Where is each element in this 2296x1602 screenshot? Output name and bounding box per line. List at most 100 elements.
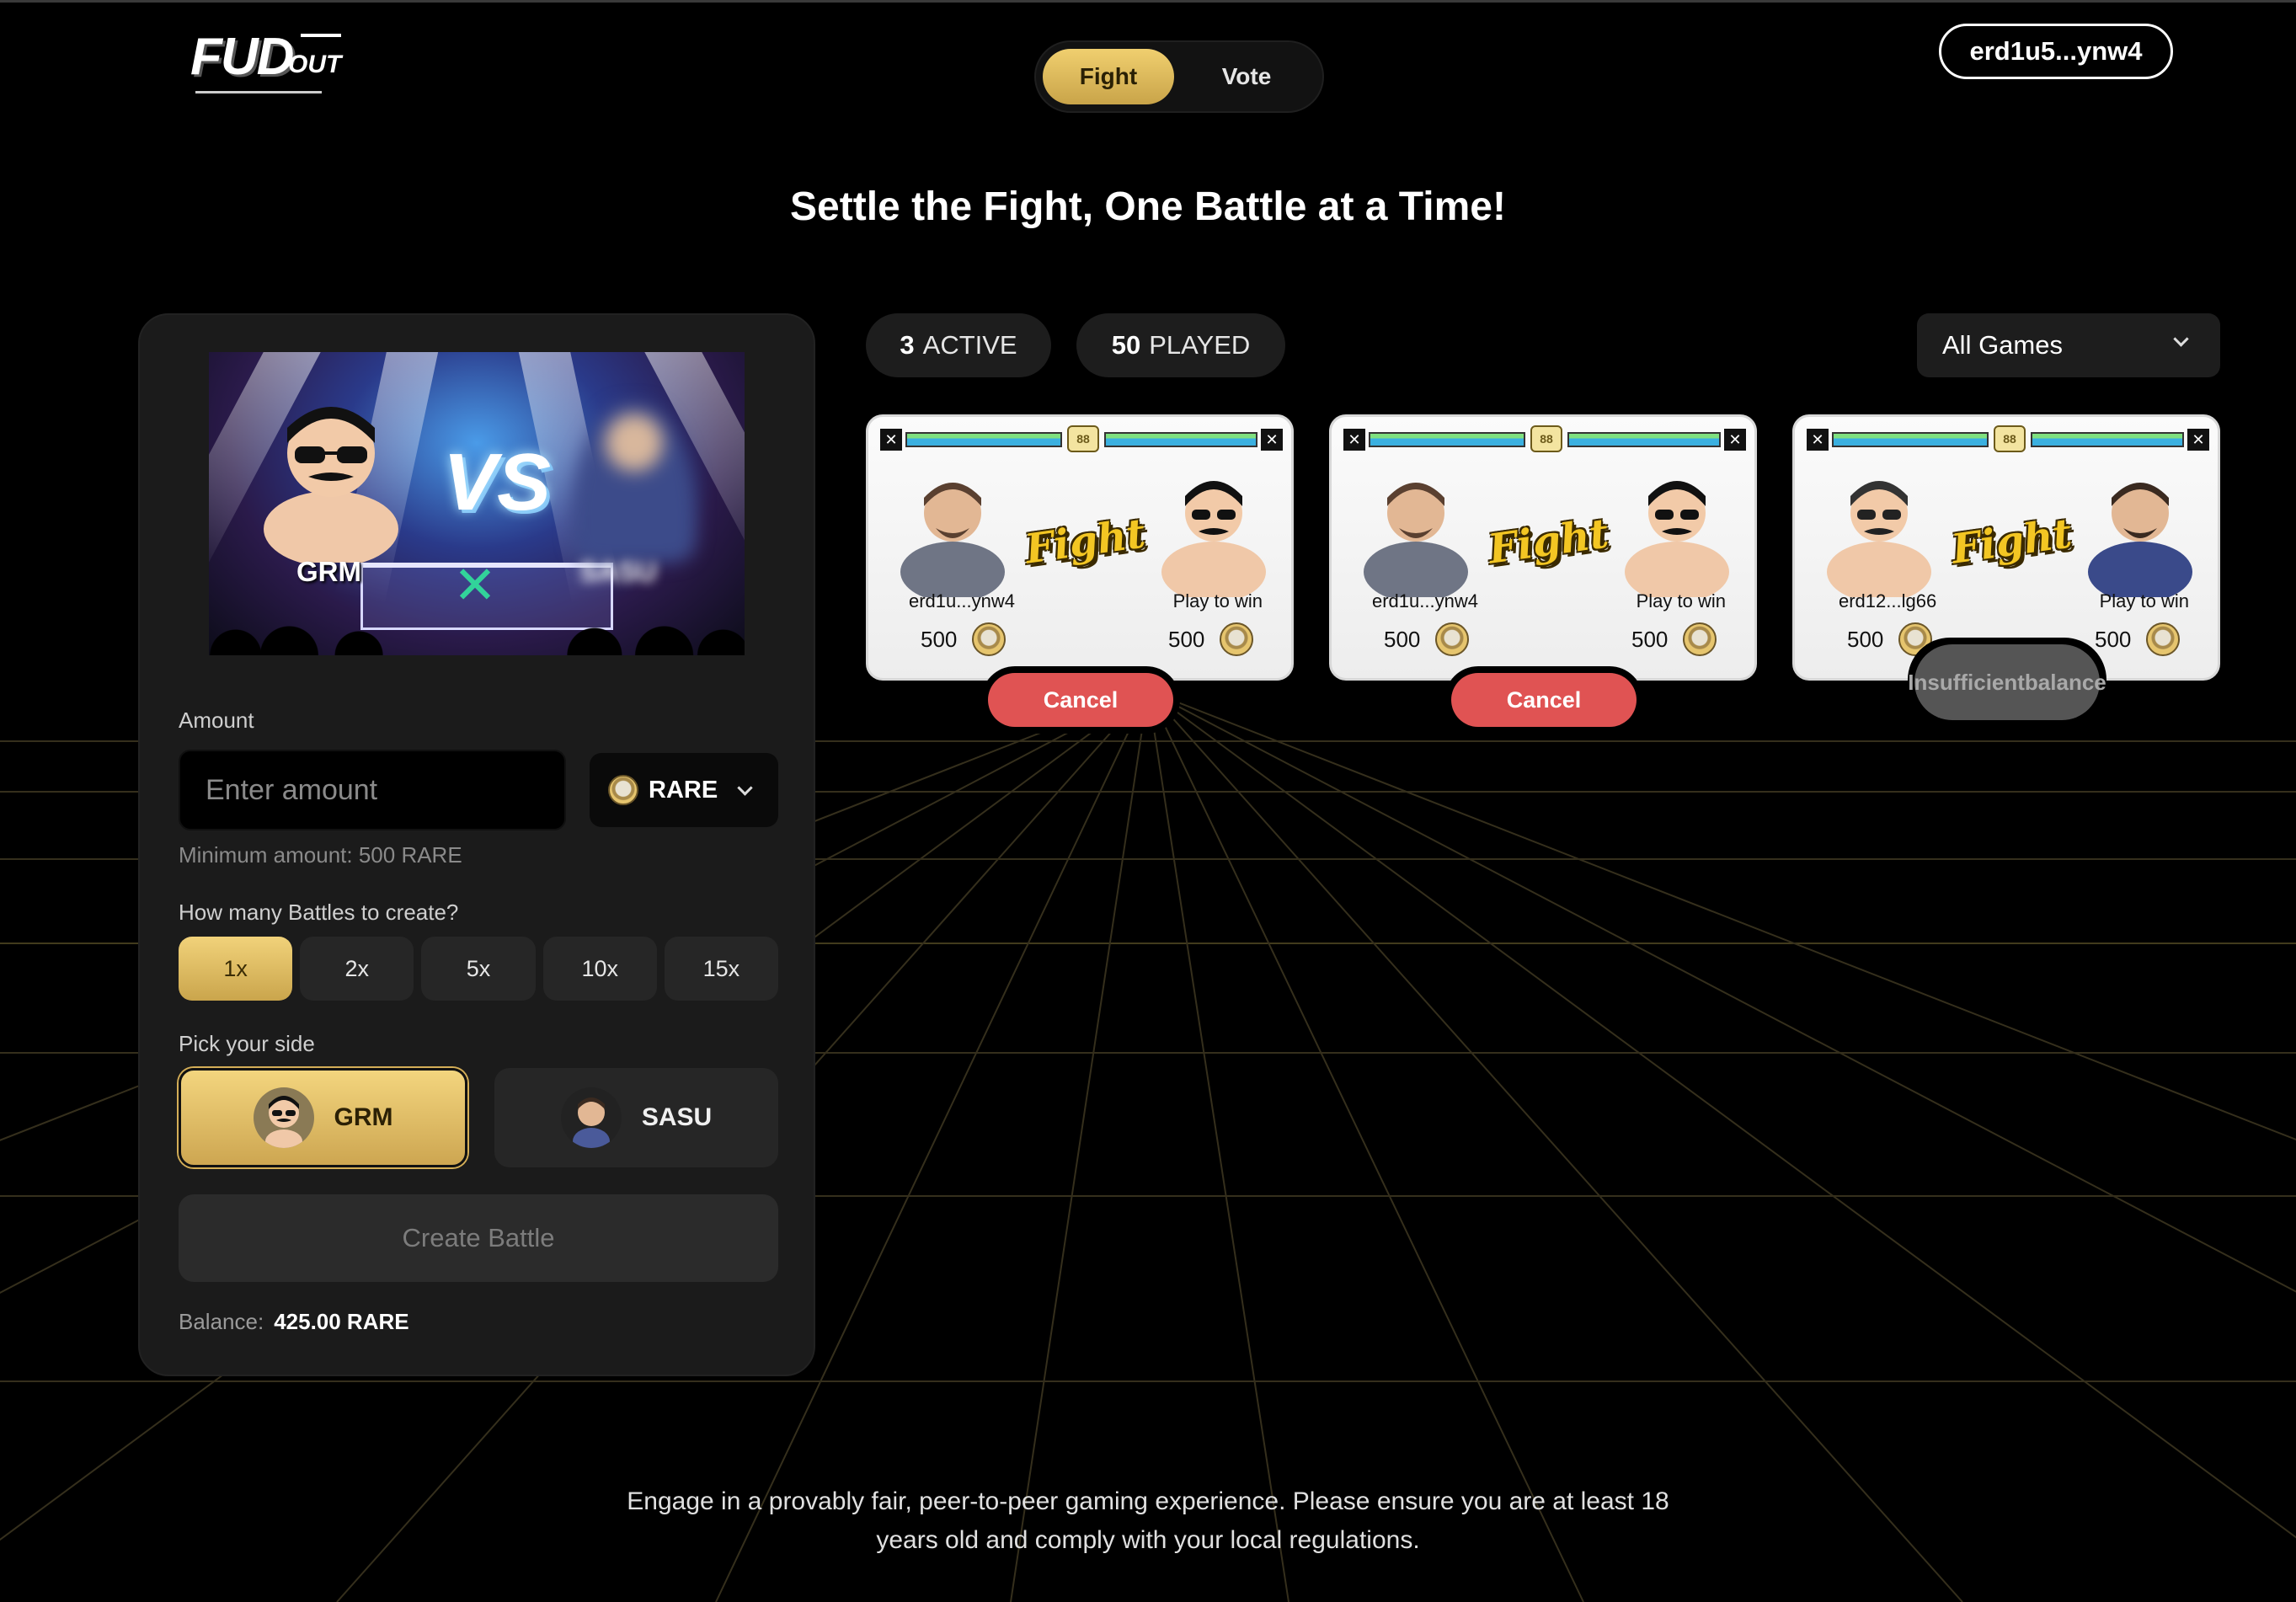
health-bar-left [1369,432,1525,447]
pick-side-label: Pick your side [179,1031,315,1056]
fight-graphic-text: Fight [1485,510,1612,574]
cancel-battle-button-wrap: Cancel [1444,666,1643,734]
fight-graphic-text: Fight [1948,510,2075,574]
creator-address: erd1u...ynw4 [909,590,1015,611]
disclaimer-line-1: Engage in a provably fair, peer-to-peer … [627,1487,1669,1515]
grm-fighter-icon [264,407,398,563]
side-grm-label: GRM [334,1103,393,1131]
sasu-avatar [560,1087,622,1148]
multiplier-1x-button[interactable]: 1x [179,937,293,1001]
round-timer: 88 [1530,425,1562,452]
grm-avatar [253,1087,314,1148]
creator-stake: 500 [921,622,1007,656]
creator-amount: 500 [921,626,958,652]
multiplier-10x-button[interactable]: 10x [542,937,657,1001]
health-bar-left [1832,432,1989,447]
token-label: RARE [649,776,718,804]
token-select[interactable]: RARE [590,753,778,827]
opponent-amount: 500 [2095,626,2132,652]
chevron-down-icon [2173,331,2189,347]
games-filter-dropdown[interactable]: All Games [1917,313,2220,377]
tab-fight[interactable]: Fight [1043,49,1174,104]
opponent-amount: 500 [1168,626,1205,652]
battle-hud: ✕ 88 ✕ [880,425,1283,454]
battle-hud: ✕ 88 ✕ [1343,425,1746,454]
x-icon: ✕ [1343,429,1365,451]
logo-sub-text: OUT [288,51,342,78]
cancel-battle-button[interactable]: Cancel [1451,673,1637,727]
logo-main-text: FUD [190,28,294,86]
side-grm-button[interactable]: GRM [179,1068,467,1167]
insufficient-line-2: balance [2024,670,2106,695]
minimum-amount-note: Minimum amount: 500 RARE [179,842,462,868]
sasu-character-icon [900,483,1005,597]
grm-character-icon [1625,481,1729,597]
opponent-amount: 500 [1631,626,1669,652]
preview-right-name: SASU [579,556,657,587]
battle-card[interactable]: ✕ 88 ✕ Fight erd12...lg66 Play to win 50… [1792,414,2220,727]
disclaimer-footer: Engage in a provably fair, peer-to-peer … [0,1482,2296,1560]
play-to-win-label: Play to win [2099,590,2189,611]
x-icon: ✕ [1807,429,1829,451]
rare-coin-icon [1220,622,1254,656]
logo-accent-bar [301,34,341,37]
amount-input[interactable] [179,750,566,830]
health-bar-left [905,432,1062,447]
battle-card[interactable]: ✕ 88 ✕ Fight erd1u...ynw4 Play to win 50… [866,414,1294,734]
preview-left-name: GRM [296,556,361,587]
battles-count-label: How many Battles to create? [179,900,459,925]
side-sasu-button[interactable]: SASU [494,1068,778,1167]
rare-coin-icon [2146,622,2181,656]
creator-address: erd12...lg66 [1839,590,1937,611]
cancel-battle-button-wrap: Cancel [981,666,1180,734]
balance-label: Balance: [179,1309,264,1334]
sasu-character-icon [2088,483,2192,597]
rare-coin-icon [1435,622,1470,656]
played-label: PLAYED [1149,330,1251,360]
x-icon: ✕ [1261,429,1283,451]
creator-stake: 500 [1384,622,1470,656]
multiplier-2x-button[interactable]: 2x [300,937,414,1001]
create-battle-panel: VS ✕ GRM SASU Amount RARE Minimum amount… [138,313,815,1376]
creator-amount: 500 [1847,626,1884,652]
side-picker: GRM SASU [179,1068,778,1167]
rare-coin-icon [972,622,1007,656]
active-label: ACTIVE [922,330,1017,360]
battle-multiplier-group: 1x 2x 5x 10x 15x [179,937,779,1001]
cancel-battle-button[interactable]: Cancel [988,673,1173,727]
fighters-preview-image: VS ✕ GRM SASU [209,352,745,655]
battle-card[interactable]: ✕ 88 ✕ Fight erd1u...ynw4 Play to win 50… [1329,414,1757,734]
fight-vote-toggle: Fight Vote [1034,40,1324,113]
games-filter-label: All Games [1942,330,2063,360]
rare-coin-icon [608,775,638,805]
insufficient-balance-button-wrap: Insufficient balance [1908,638,2106,727]
chevron-down-icon [737,779,753,796]
x-icon: ✕ [1724,429,1746,451]
grm-character-icon [1827,481,1931,597]
grm-character-icon [1161,481,1266,597]
health-bar-right [1567,432,1721,447]
page-title: Settle the Fight, One Battle at a Time! [790,184,1506,229]
disclaimer-line-2: years old and comply with your local reg… [876,1526,1420,1554]
wallet-address-button[interactable]: erd1u5...ynw4 [1939,24,2173,79]
multiplier-5x-button[interactable]: 5x [421,937,536,1001]
balance-line: Balance: 425.00 RARE [179,1309,409,1335]
fight-graphic-text: Fight [1022,510,1149,574]
rare-coin-icon [1683,622,1717,656]
played-count-badge[interactable]: 50 PLAYED [1076,313,1285,377]
opponent-stake: 500 [1631,622,1717,656]
tab-vote[interactable]: Vote [1188,49,1306,104]
active-count-badge[interactable]: 3 ACTIVE [866,313,1051,377]
health-bar-right [1104,432,1257,447]
fudout-logo[interactable]: FUD OUT [187,22,342,93]
sasu-character-icon [1364,483,1468,597]
creator-amount: 500 [1384,626,1421,652]
insufficient-line-1: Insufficient [1908,670,2025,695]
multiplier-15x-button[interactable]: 15x [664,937,779,1001]
amount-label: Amount [179,708,254,733]
create-battle-button[interactable]: Create Battle [179,1194,778,1282]
creator-address: erd1u...ynw4 [1372,590,1478,611]
play-to-win-label: Play to win [1172,590,1263,611]
insufficient-balance-button[interactable]: Insufficient balance [1908,644,2106,720]
opponent-stake: 500 [1168,622,1254,656]
